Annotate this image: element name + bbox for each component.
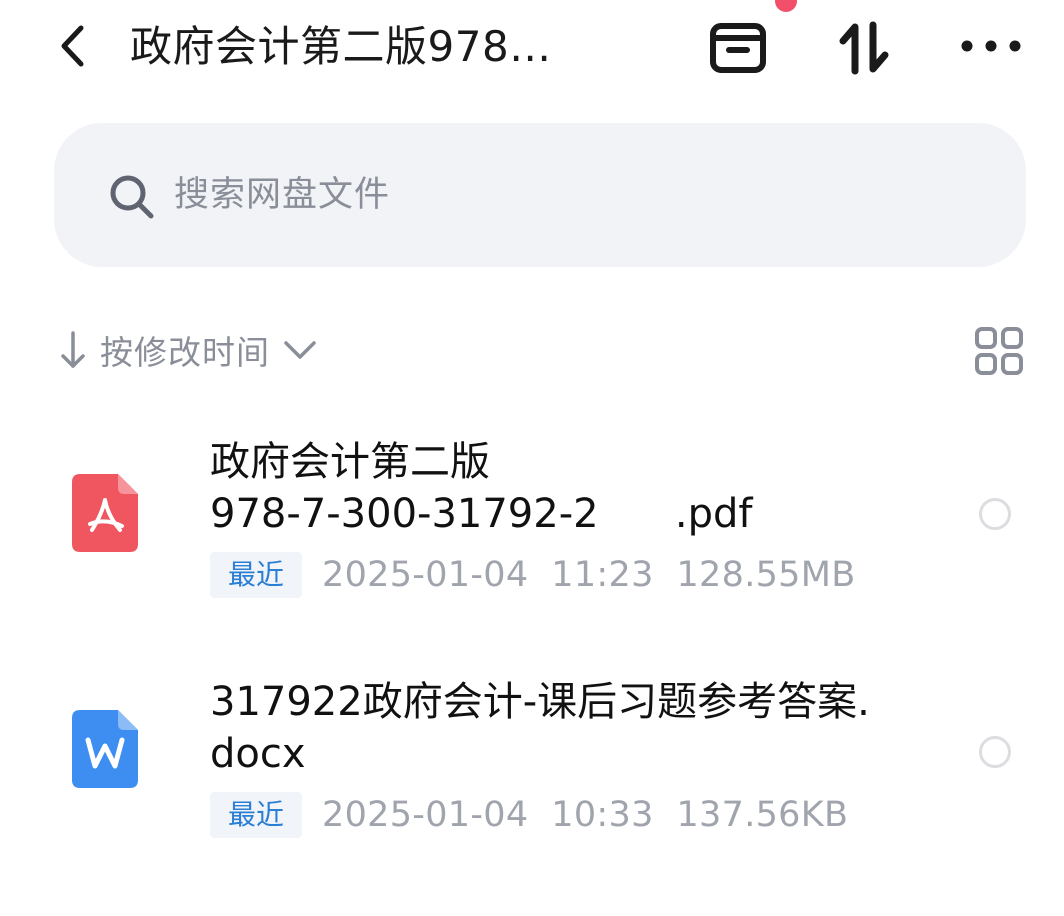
back-button[interactable]: [52, 22, 92, 70]
file-meta: 最近 2025-01-04 11:23 128.55MB: [210, 550, 856, 600]
sort-arrows-icon: [839, 21, 889, 75]
more-button[interactable]: [956, 22, 1026, 70]
arrow-down-icon: [61, 331, 85, 368]
pdf-file-icon: [72, 474, 138, 552]
notification-dot: [775, 0, 797, 12]
file-list-item[interactable]: 政府会计第二版 978-7-300-31792-2 .pdf 最近 2025-0…: [0, 430, 1064, 610]
archive-box-icon: [710, 23, 766, 73]
file-date-size: 2025-01-04 11:23 128.55MB: [322, 555, 856, 595]
archive-button[interactable]: [706, 18, 770, 78]
sort-dropdown[interactable]: 按修改时间: [58, 322, 320, 378]
file-date-size: 2025-01-04 10:33 137.56KB: [322, 795, 849, 835]
search-input[interactable]: 搜索网盘文件: [54, 123, 1026, 267]
top-bar: 政府会计第二版978…: [0, 0, 1064, 96]
file-list-item[interactable]: 317922政府会计-课后习题参考答案.docx 最近 2025-01-04 1…: [0, 670, 1064, 850]
more-dots-icon: [961, 40, 1021, 52]
word-file-icon: [72, 710, 138, 788]
file-name: 政府会计第二版 978-7-300-31792-2 .pdf: [210, 439, 753, 537]
sort-label: 按修改时间: [100, 333, 270, 372]
recent-badge: 最近: [210, 792, 303, 838]
chevron-left-icon: [61, 25, 84, 67]
page-title: 政府会计第二版978…: [130, 22, 552, 71]
recent-badge: 最近: [210, 552, 303, 598]
search-icon: [110, 175, 154, 219]
sort-button[interactable]: [832, 18, 896, 78]
select-checkbox[interactable]: [979, 498, 1011, 530]
grid-view-icon: [975, 327, 1023, 375]
file-meta: 最近 2025-01-04 10:33 137.56KB: [210, 790, 848, 840]
select-checkbox[interactable]: [979, 736, 1011, 768]
file-name: 317922政府会计-课后习题参考答案.docx: [210, 679, 870, 777]
grid-view-toggle[interactable]: [972, 324, 1026, 378]
chevron-down-icon: [284, 341, 316, 359]
search-placeholder: 搜索网盘文件: [174, 175, 391, 215]
